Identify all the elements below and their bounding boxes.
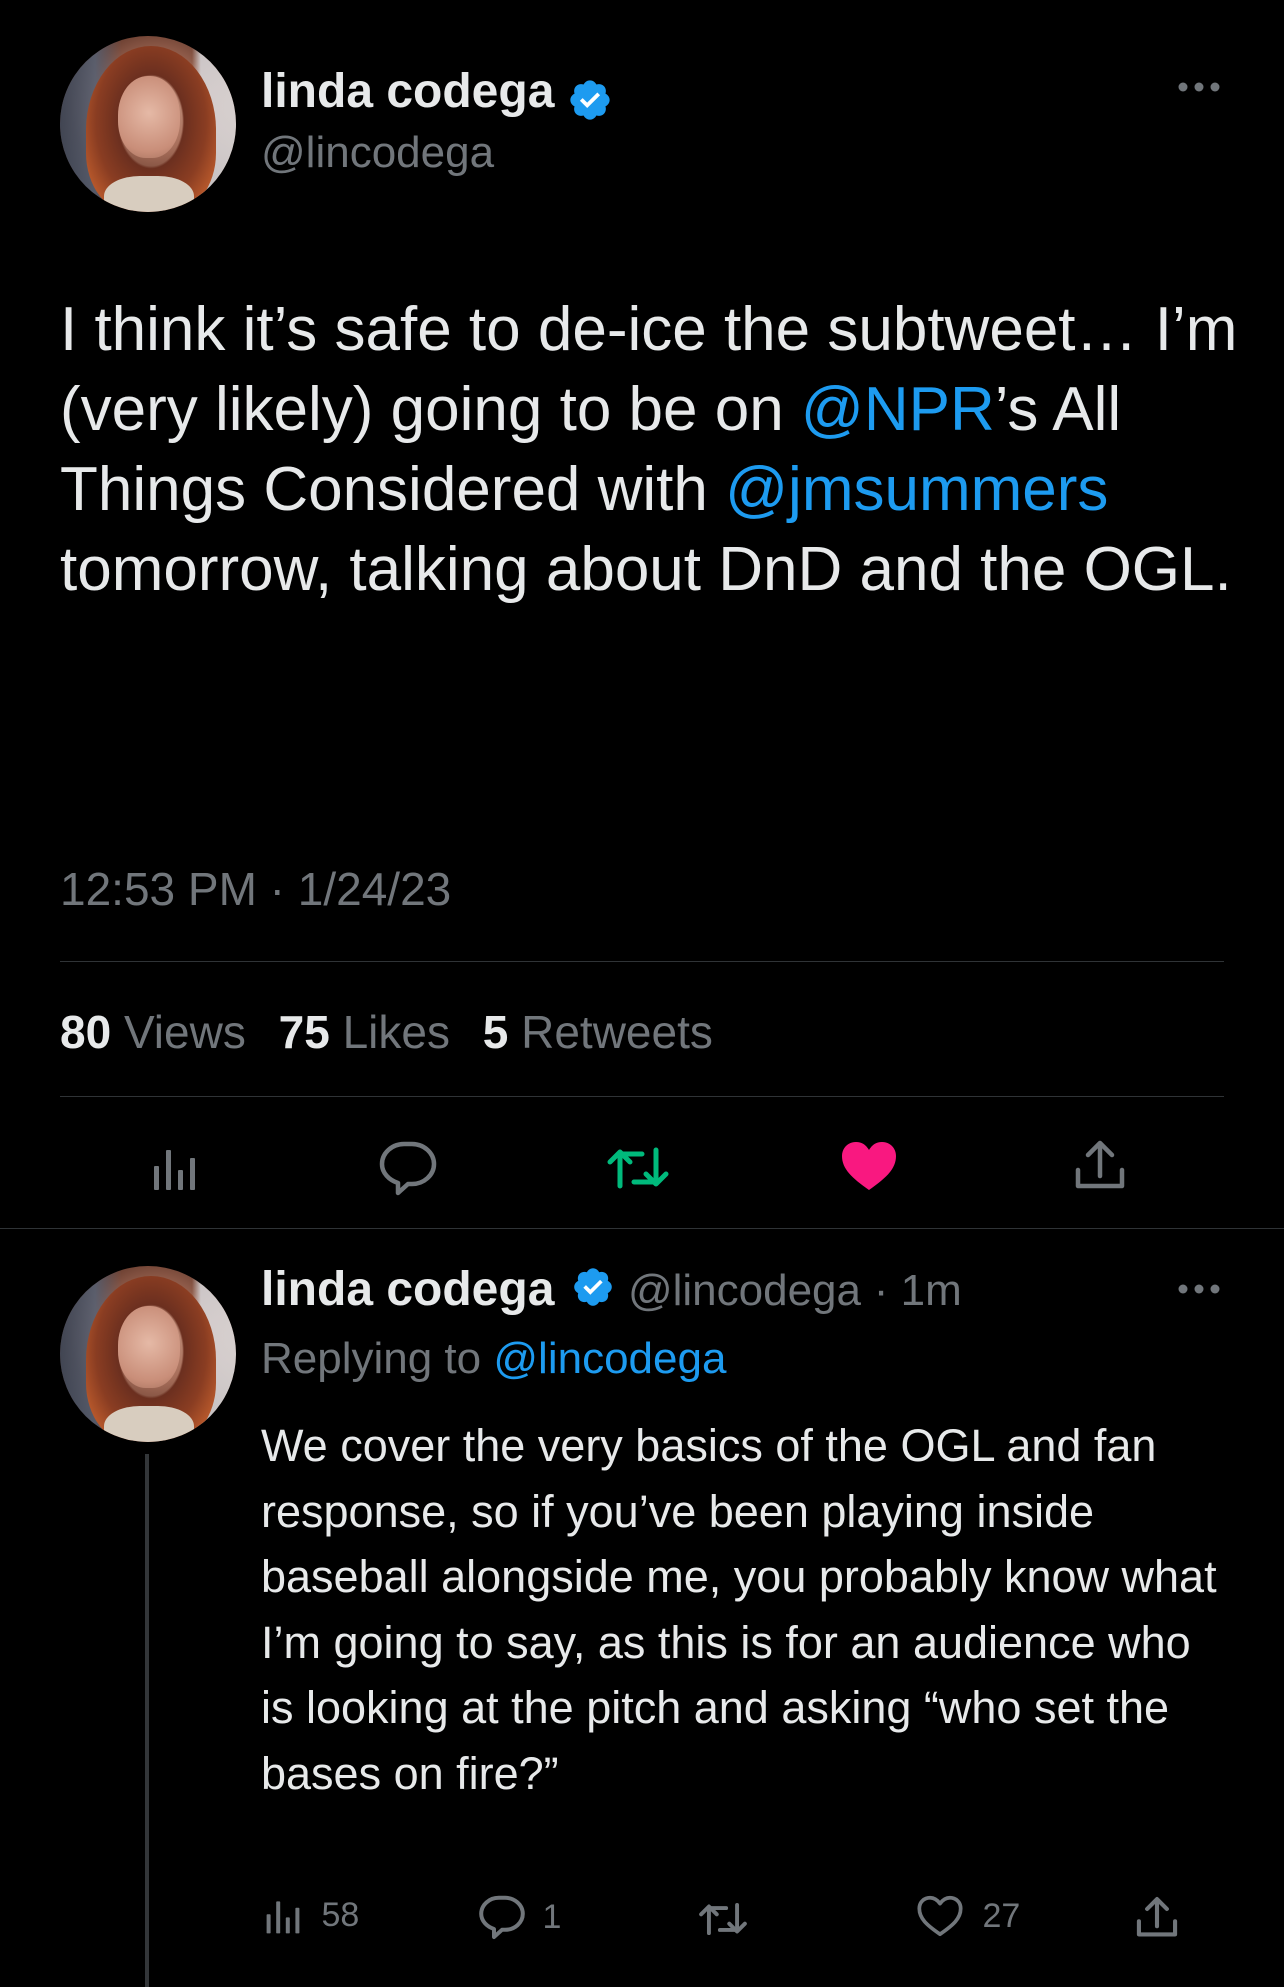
reply-time[interactable]: · 1m (874, 1266, 962, 1315)
retweets-count: 5 (482, 1006, 509, 1058)
likes-stat[interactable]: 75 Likes (279, 1006, 450, 1058)
retweets-stat[interactable]: 5 Retweets (483, 1006, 713, 1058)
reply-author-name[interactable]: linda codega (261, 1263, 554, 1316)
retweets-label: Retweets (521, 1006, 713, 1058)
retweet-icon[interactable] (606, 1142, 670, 1194)
reply-header: linda codega @lincodega · 1m (261, 1262, 962, 1320)
reply-verified-badge-icon (571, 1265, 615, 1320)
reply-comment-icon (478, 1893, 526, 1941)
likes-count: 75 (278, 1006, 330, 1058)
views-label: Views (123, 1006, 246, 1058)
author-avatar[interactable] (60, 36, 236, 212)
reply-like-heart-icon (916, 1894, 964, 1938)
replying-to-prefix: Replying to (261, 1334, 482, 1383)
tweet-separator (0, 1228, 1284, 1229)
reply-share-icon[interactable] (1134, 1895, 1180, 1941)
tweet-text: I think it’s safe to de-ice the subtweet… (60, 290, 1240, 610)
reply-views-count: 58 (321, 1895, 360, 1934)
reply-reply-action[interactable]: 1 (478, 1893, 561, 1941)
thread-line (145, 1454, 149, 1987)
more-options-icon[interactable] (1176, 80, 1222, 94)
reply-likes-count: 27 (982, 1896, 1021, 1935)
share-icon[interactable] (1072, 1138, 1128, 1194)
tweet-text-part: tomorrow, talking about DnD and the OGL. (60, 535, 1232, 604)
reply-icon[interactable] (378, 1138, 438, 1198)
likes-label: Likes (342, 1006, 450, 1058)
reply-author-avatar[interactable] (60, 1266, 236, 1442)
mention-npr-link[interactable]: @NPR (801, 375, 995, 444)
views-count: 80 (60, 1006, 112, 1058)
reply-analytics-icon (265, 1895, 305, 1935)
mention-jmsummers-link[interactable]: @jmsummers (725, 455, 1108, 524)
reply-retweet-icon[interactable] (698, 1898, 748, 1940)
verified-badge-icon (567, 77, 613, 128)
reply-author-handle[interactable]: @lincodega (628, 1266, 861, 1315)
reply-views-action[interactable]: 58 (265, 1895, 359, 1935)
views-stat[interactable]: 80 Views (60, 1006, 246, 1058)
like-heart-icon[interactable] (840, 1140, 898, 1192)
author-name: linda codega (261, 65, 555, 118)
author-handle[interactable]: @lincodega (261, 128, 494, 178)
divider-bottom (60, 1096, 1224, 1097)
tweet-stats-row: 80 Views 75 Likes 5 Retweets (60, 1005, 713, 1059)
author-name-row[interactable]: linda codega (261, 64, 613, 128)
tweet-timestamp[interactable]: 12:53 PM · 1/24/23 (60, 862, 451, 916)
divider-top (60, 961, 1224, 962)
reply-more-options-icon[interactable] (1176, 1282, 1222, 1296)
reply-text: We cover the very basics of the OGL and … (261, 1420, 1217, 1799)
analytics-icon[interactable] (152, 1142, 202, 1192)
reply-like-action[interactable]: 27 (916, 1894, 1020, 1938)
reply-replies-count: 1 (542, 1897, 562, 1936)
replying-to-link[interactable]: @lincodega (493, 1334, 726, 1383)
replying-to-line: Replying to @lincodega (261, 1334, 726, 1384)
